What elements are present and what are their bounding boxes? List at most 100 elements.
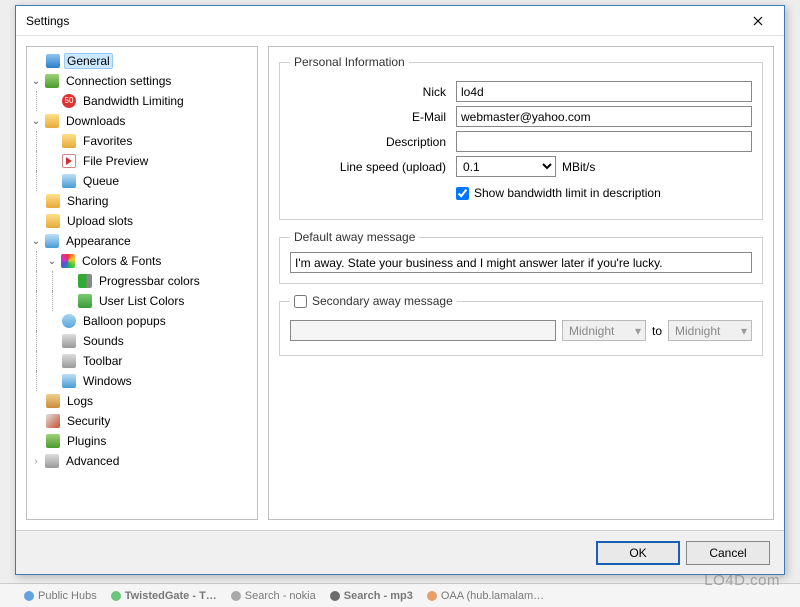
tools-icon [61,353,77,369]
tree-label: Advanced [63,453,122,469]
expander-icon[interactable]: ⌄ [29,114,43,128]
description-label: Description [290,135,450,149]
play-icon [61,153,77,169]
tree-label: Sounds [80,333,127,349]
display-icon [44,233,60,249]
tree-item-toolbar[interactable]: Toolbar [29,351,255,371]
tree-item-appearance[interactable]: ⌄ Appearance [29,231,255,251]
tree-item-plugins[interactable]: Plugins [29,431,255,451]
nick-label: Nick [290,85,450,99]
personal-information-group: Personal Information Nick E-Mail Descrip… [279,55,763,220]
puzzle-icon [45,433,61,449]
time-to-select: Midnight [668,320,752,341]
linespeed-label: Line speed (upload) [290,160,450,174]
time-from-select: Midnight [562,320,646,341]
checkbox-label: Secondary away message [312,294,453,308]
tree-item-balloon-popups[interactable]: Balloon popups [29,311,255,331]
tree-label: Appearance [63,233,134,249]
tree-label: General [64,53,113,69]
tree-item-file-preview[interactable]: File Preview [29,151,255,171]
email-label: E-Mail [290,110,450,124]
folder-green-icon [45,213,61,229]
folder-star-icon [61,133,77,149]
window-title: Settings [26,14,69,28]
queue-icon [61,173,77,189]
close-button[interactable] [738,8,778,34]
tree-label: Security [64,413,113,429]
tree-label: Bandwidth Limiting [80,93,187,109]
tree-item-general[interactable]: General [29,51,255,71]
notebook-icon [45,393,61,409]
group-legend: Default away message [290,230,419,244]
checkbox-label: Show bandwidth limit in description [474,186,661,200]
titlebar: Settings [16,6,784,36]
tree-item-sounds[interactable]: Sounds [29,331,255,351]
show-bandwidth-checkbox[interactable]: Show bandwidth limit in description [456,186,661,200]
tree-label: Colors & Fonts [79,253,164,269]
cancel-button[interactable]: Cancel [686,541,770,565]
taskbar-tab: OAA (hub.lamalam… [427,590,544,602]
tree-item-security[interactable]: Security [29,411,255,431]
nick-input[interactable] [456,81,752,102]
tree-item-queue[interactable]: Queue [29,171,255,191]
settings-dialog: Settings General ⌄ Conne [15,5,785,575]
tree-label: User List Colors [96,293,187,309]
secondary-away-checkbox[interactable]: Secondary away message [290,294,457,308]
linespeed-unit: MBit/s [562,160,595,174]
expander-icon[interactable]: › [29,454,43,468]
tree-item-progressbar-colors[interactable]: Progressbar colors [29,271,255,291]
tree-item-windows[interactable]: Windows [29,371,255,391]
tree-label: Downloads [63,113,128,129]
taskbar-tab: Search - mp3 [330,590,413,602]
show-bandwidth-checkbox-input[interactable] [456,187,469,200]
email-input[interactable] [456,106,752,127]
tree-item-upload-slots[interactable]: Upload slots [29,211,255,231]
window-icon [61,373,77,389]
globe-icon [44,73,60,89]
tree-item-connection[interactable]: ⌄ Connection settings [29,71,255,91]
description-input[interactable] [456,131,752,152]
tree-item-bandwidth-limiting[interactable]: 50 Bandwidth Limiting [29,91,255,111]
tree-item-downloads[interactable]: ⌄ Downloads [29,111,255,131]
secondary-away-checkbox-input[interactable] [294,295,307,308]
tree-item-userlist-colors[interactable]: User List Colors [29,291,255,311]
tree-label: Upload slots [64,213,136,229]
tree-label: Windows [80,373,135,389]
speed-limit-icon: 50 [61,93,77,109]
tree-item-colors-fonts[interactable]: ⌄ Colors & Fonts [29,251,255,271]
tree-label: File Preview [80,153,151,169]
tree-item-favorites[interactable]: Favorites [29,131,255,151]
expander-icon[interactable]: ⌄ [29,74,43,88]
linespeed-select[interactable]: 0.1 [456,156,556,177]
users-icon [77,293,93,309]
taskbar-tab: Search - nokia [231,590,316,602]
secondary-away-input [290,320,556,341]
tree-label: Toolbar [80,353,125,369]
tree-label: Logs [64,393,96,409]
default-away-group: Default away message [279,230,763,284]
tree-item-sharing[interactable]: Sharing [29,191,255,211]
background-taskbar: Public Hubs TwistedGate - T… Search - no… [0,583,800,607]
time-to-label: to [652,324,662,338]
default-away-input[interactable] [290,252,752,273]
tree-label: Connection settings [63,73,174,89]
balloon-icon [61,313,77,329]
settings-content: Personal Information Nick E-Mail Descrip… [268,46,774,520]
tree-item-advanced[interactable]: › Advanced [29,451,255,471]
tree-label: Favorites [80,133,135,149]
secondary-away-group: Secondary away message Midnight to Midni… [279,294,763,356]
palette-icon [60,253,76,269]
taskbar-tab: Public Hubs [24,590,97,602]
expander-icon[interactable]: ⌄ [45,254,59,268]
group-legend: Personal Information [290,55,409,69]
ok-button[interactable]: OK [596,541,680,565]
settings-tree[interactable]: General ⌄ Connection settings 50 [26,46,258,520]
dialog-button-bar: OK Cancel [16,530,784,574]
tree-label: Progressbar colors [96,273,203,289]
tree-label: Sharing [64,193,111,209]
expander-icon[interactable]: ⌄ [29,234,43,248]
tree-label: Queue [80,173,122,189]
tree-item-logs[interactable]: Logs [29,391,255,411]
speaker-icon [61,333,77,349]
tree-label: Balloon popups [80,313,169,329]
